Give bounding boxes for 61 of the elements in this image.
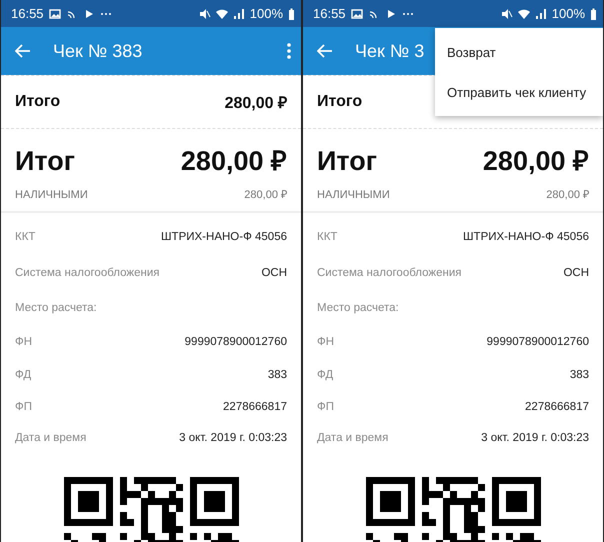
screen-title: Чек № 3 (355, 40, 424, 62)
battery-icon (590, 8, 597, 20)
detail-label: Место расчета: (317, 302, 399, 314)
more-vertical-icon (287, 43, 291, 59)
detail-label: Место расчета: (15, 302, 97, 314)
image-icon (350, 8, 363, 20)
overflow-menu-button[interactable] (287, 43, 291, 59)
back-arrow-icon (15, 44, 31, 58)
signal-icon (232, 8, 245, 20)
grand-total-value: 280,00 ₽ (482, 145, 589, 178)
mute-icon (500, 8, 513, 20)
detail-value: 3 окт. 2019 г. 0:03:23 (481, 432, 589, 444)
detail-value: 383 (570, 369, 589, 381)
detail-value: ШТРИХ-НАНО-Ф 45056 (463, 231, 589, 243)
payment-label: НАЛИЧНЫМИ (15, 189, 88, 201)
detail-value: 9999078900012760 (184, 336, 287, 348)
grand-total-label: Итог (15, 146, 76, 177)
detail-label: Система налогообложения (317, 267, 462, 279)
detail-label: ФП (317, 401, 334, 413)
battery-icon (288, 8, 295, 20)
detail-label: Система налогообложения (15, 267, 160, 279)
detail-label: ФН (15, 336, 32, 348)
detail-label: Дата и время (15, 432, 86, 444)
menu-item[interactable]: Возврат (435, 32, 603, 72)
detail-label: ККТ (15, 231, 36, 243)
total-label: Итого (317, 93, 362, 111)
grand-total-label: Итог (317, 146, 378, 177)
mute-icon (198, 8, 211, 20)
back-button[interactable] (15, 44, 31, 58)
detail-value: ШТРИХ-НАНО-Ф 45056 (161, 231, 287, 243)
detail-label: ККТ (317, 231, 338, 243)
wifi-icon (216, 8, 228, 20)
payment-value: 280,00 ₽ (546, 188, 589, 201)
total-label: Итого (15, 93, 60, 111)
detail-value: ОСН (261, 267, 287, 279)
detail-value: 3 окт. 2019 г. 0:03:23 (179, 432, 287, 444)
detail-label: ФД (15, 369, 32, 381)
detail-value: 383 (268, 369, 287, 381)
payment-label: НАЛИЧНЫМИ (317, 189, 390, 201)
detail-label: ФН (317, 336, 334, 348)
total-value: 280,00 ₽ (224, 94, 287, 113)
detail-value: 2278666817 (223, 401, 287, 413)
battery-percent: 100% (552, 6, 585, 21)
battery-percent: 100% (250, 6, 283, 21)
wifi-icon (518, 8, 530, 20)
image-icon (48, 8, 61, 20)
detail-label: ФП (15, 401, 32, 413)
detail-value: ОСН (563, 267, 589, 279)
detail-label: Дата и время (317, 432, 388, 444)
back-arrow-icon (317, 44, 333, 58)
screen-title: Чек № 383 (53, 40, 142, 62)
status-time: 16:55 (11, 6, 44, 21)
menu-item[interactable]: Отправить чек клиенту (435, 72, 603, 112)
detail-value: 2278666817 (525, 401, 589, 413)
signal-icon (534, 8, 547, 20)
back-button[interactable] (317, 44, 333, 58)
status-time: 16:55 (313, 6, 346, 21)
grand-total-value: 280,00 ₽ (180, 145, 287, 178)
detail-value: 9999078900012760 (486, 336, 589, 348)
payment-value: 280,00 ₽ (244, 188, 287, 201)
detail-label: ФД (317, 369, 334, 381)
